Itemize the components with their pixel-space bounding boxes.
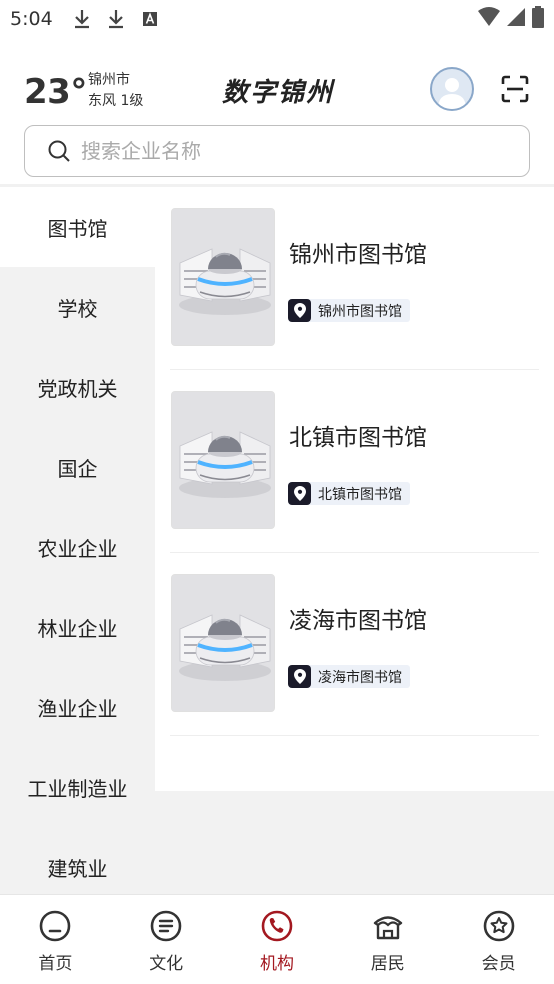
location-tag-label: 北镇市图书馆 (318, 486, 402, 503)
member-icon (483, 910, 514, 942)
search-icon (48, 140, 70, 162)
location-tag-label: 凌海市图书馆 (318, 669, 402, 686)
nav-home[interactable]: 首页 (0, 895, 111, 984)
sidebar-item-construction[interactable]: 建筑业 (0, 827, 155, 894)
home-icon (40, 910, 71, 942)
location-pin-icon (288, 665, 311, 688)
wifi-icon (478, 6, 500, 32)
battery-icon (532, 5, 544, 33)
institution-title: 北镇市图书馆 (289, 425, 427, 451)
nav-member-label: 会员 (481, 954, 516, 974)
nav-institution-label: 机构 (259, 954, 294, 974)
institution-list: 锦州市图书馆 锦州市图书馆 北镇市图书馆 北镇市图书馆 凌海市图书馆 凌海市图书… (155, 187, 554, 791)
nav-institution[interactable]: 机构 (222, 895, 333, 984)
download-icon (105, 8, 127, 30)
font-icon (139, 8, 161, 30)
nav-resident[interactable]: 居民 (332, 895, 443, 984)
status-bar: 5:04 (0, 0, 554, 38)
list-item[interactable]: 凌海市图书馆 凌海市图书馆 (170, 553, 539, 736)
library-building-image (171, 574, 275, 712)
nav-resident-label: 居民 (370, 954, 405, 974)
bottom-nav: 首页 文化 机构 居民 会员 (0, 894, 554, 984)
status-time: 5:04 (10, 8, 53, 30)
download-icon (71, 8, 93, 30)
sidebar-item-library[interactable]: 图书馆 (0, 187, 155, 267)
search-input[interactable] (81, 139, 501, 163)
user-icon (438, 78, 466, 109)
location-tag-label: 锦州市图书馆 (318, 303, 402, 320)
location-tag[interactable]: 北镇市图书馆 (288, 482, 410, 505)
location-tag[interactable]: 锦州市图书馆 (288, 299, 410, 322)
signal-icon (506, 7, 526, 32)
institution-title: 凌海市图书馆 (289, 608, 427, 634)
list-empty-area (155, 791, 554, 894)
library-building-image (171, 391, 275, 529)
nav-culture[interactable]: 文化 (111, 895, 222, 984)
list-item[interactable]: 北镇市图书馆 北镇市图书馆 (170, 370, 539, 553)
app-logo: 数字锦州 (222, 78, 335, 108)
location-pin-icon (288, 482, 311, 505)
avatar[interactable] (430, 67, 474, 111)
sidebar-item-school[interactable]: 学校 (0, 267, 155, 347)
weather-info: 锦州市 东风 1级 (88, 70, 143, 112)
institution-icon (261, 910, 293, 942)
nav-culture-label: 文化 (149, 954, 184, 974)
nav-home-label: 首页 (38, 954, 73, 974)
culture-icon (150, 910, 182, 942)
sidebar-item-agriculture[interactable]: 农业企业 (0, 507, 155, 587)
nav-member[interactable]: 会员 (443, 895, 554, 984)
city-name: 锦州市 (88, 72, 130, 88)
sidebar-item-government[interactable]: 党政机关 (0, 347, 155, 427)
location-tag[interactable]: 凌海市图书馆 (288, 665, 410, 688)
wind-info: 东风 1级 (88, 93, 144, 109)
library-building-image (171, 208, 275, 346)
sidebar-item-manufacturing[interactable]: 工业制造业 (0, 747, 155, 827)
scan-icon (501, 75, 529, 103)
temperature: 23° (24, 72, 87, 112)
app-header: 23° 锦州市 东风 1级 数字锦州 (0, 60, 554, 120)
sidebar-item-state-owned[interactable]: 国企 (0, 427, 155, 507)
list-item[interactable]: 锦州市图书馆 锦州市图书馆 (170, 187, 539, 370)
sidebar-item-forestry[interactable]: 林业企业 (0, 587, 155, 667)
location-pin-icon (288, 299, 311, 322)
search-bar[interactable] (24, 125, 530, 177)
category-sidebar: 图书馆 学校 党政机关 国企 农业企业 林业企业 渔业企业 工业制造业 建筑业 (0, 187, 155, 894)
scan-button[interactable] (500, 74, 530, 104)
sidebar-item-fishery[interactable]: 渔业企业 (0, 667, 155, 747)
resident-icon (373, 916, 402, 940)
institution-title: 锦州市图书馆 (289, 242, 427, 268)
